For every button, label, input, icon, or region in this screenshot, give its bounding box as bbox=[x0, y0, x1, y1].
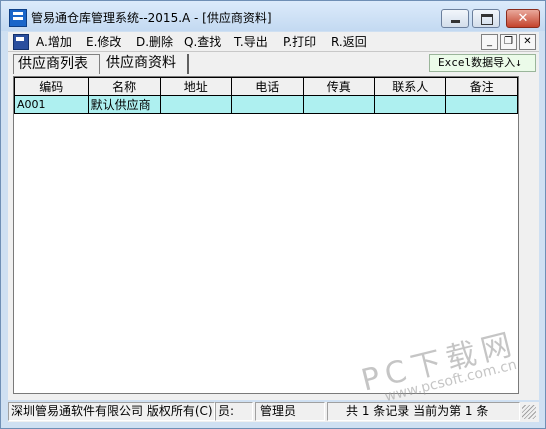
status-bar: 深圳管易通软件有限公司 版权所有(C) 员: 管理员 共 1 条记录 当前为第 … bbox=[8, 402, 539, 422]
close-icon: ✕ bbox=[517, 11, 529, 26]
cell-remark[interactable] bbox=[445, 95, 518, 114]
title-bar[interactable]: 管易通仓库管理系统--2015.A - [供应商资料] ✕ bbox=[1, 1, 545, 31]
close-icon: ✕ bbox=[523, 36, 532, 47]
menu-item-search[interactable]: Q.查找 bbox=[184, 33, 221, 50]
cell-name[interactable]: 默认供应商 bbox=[87, 95, 161, 114]
menu-item-print[interactable]: P.打印 bbox=[283, 33, 316, 50]
maximize-icon bbox=[481, 14, 493, 25]
document-window-icon[interactable] bbox=[13, 34, 29, 50]
cell-contact[interactable] bbox=[373, 95, 447, 114]
child-restore-button[interactable]: ❐ bbox=[500, 34, 517, 50]
menu-bar: A.增加 E.修改 D.删除 Q.查找 T.导出 P.打印 R.返回 _ ❐ ✕ bbox=[8, 32, 539, 52]
status-user-label: 员: bbox=[215, 402, 253, 421]
column-header-address[interactable]: 地址 bbox=[159, 77, 233, 96]
menu-item-export[interactable]: T.导出 bbox=[234, 33, 268, 50]
tab-supplier-list[interactable]: 供应商列表 bbox=[13, 54, 100, 74]
minimize-icon bbox=[451, 20, 460, 23]
table-header-row: 编码 名称 地址 电话 传真 联系人 备注 bbox=[14, 77, 518, 96]
current-record: 当前为第 1 条 bbox=[413, 404, 489, 418]
close-button[interactable]: ✕ bbox=[506, 9, 540, 28]
column-header-phone[interactable]: 电话 bbox=[231, 77, 304, 96]
restore-icon: ❐ bbox=[504, 36, 513, 47]
cell-address[interactable] bbox=[159, 95, 233, 114]
record-count: 共 1 条记录 bbox=[346, 404, 410, 418]
maximize-button[interactable] bbox=[472, 9, 500, 28]
status-user: 管理员 bbox=[255, 402, 325, 421]
menu-item-add[interactable]: A.增加 bbox=[36, 33, 72, 50]
supplier-table: 编码 名称 地址 电话 传真 联系人 备注 A001 默认供应商 bbox=[14, 77, 518, 114]
cell-fax[interactable] bbox=[302, 95, 376, 114]
menu-item-delete[interactable]: D.删除 bbox=[136, 33, 173, 50]
column-header-fax[interactable]: 传真 bbox=[302, 77, 376, 96]
app-logo-icon bbox=[9, 9, 27, 27]
child-close-button[interactable]: ✕ bbox=[519, 34, 536, 50]
column-header-code[interactable]: 编码 bbox=[14, 77, 89, 96]
status-records: 共 1 条记录 当前为第 1 条 bbox=[327, 402, 520, 421]
right-gutter bbox=[519, 76, 536, 394]
cell-phone[interactable] bbox=[231, 95, 304, 114]
minimize-icon: _ bbox=[487, 36, 492, 47]
app-window: 管易通仓库管理系统--2015.A - [供应商资料] ✕ A.增加 E.修改 … bbox=[0, 0, 546, 429]
menu-item-return[interactable]: R.返回 bbox=[331, 33, 367, 50]
column-header-contact[interactable]: 联系人 bbox=[373, 77, 447, 96]
minimize-button[interactable] bbox=[441, 9, 469, 28]
tab-supplier-info[interactable]: 供应商资料 bbox=[102, 54, 189, 74]
column-header-name[interactable]: 名称 bbox=[87, 77, 161, 96]
table-row[interactable]: A001 默认供应商 bbox=[14, 95, 518, 114]
resize-grip-icon[interactable] bbox=[522, 405, 536, 419]
menu-item-edit[interactable]: E.修改 bbox=[86, 33, 121, 50]
column-header-remark[interactable]: 备注 bbox=[445, 77, 518, 96]
child-minimize-button[interactable]: _ bbox=[481, 34, 498, 50]
status-company: 深圳管易通软件有限公司 版权所有(C) bbox=[8, 402, 215, 421]
window-title: 管易通仓库管理系统--2015.A - [供应商资料] bbox=[31, 11, 272, 25]
cell-code[interactable]: A001 bbox=[14, 95, 89, 114]
excel-import-button[interactable]: Excel数据导入↓ bbox=[429, 54, 536, 72]
